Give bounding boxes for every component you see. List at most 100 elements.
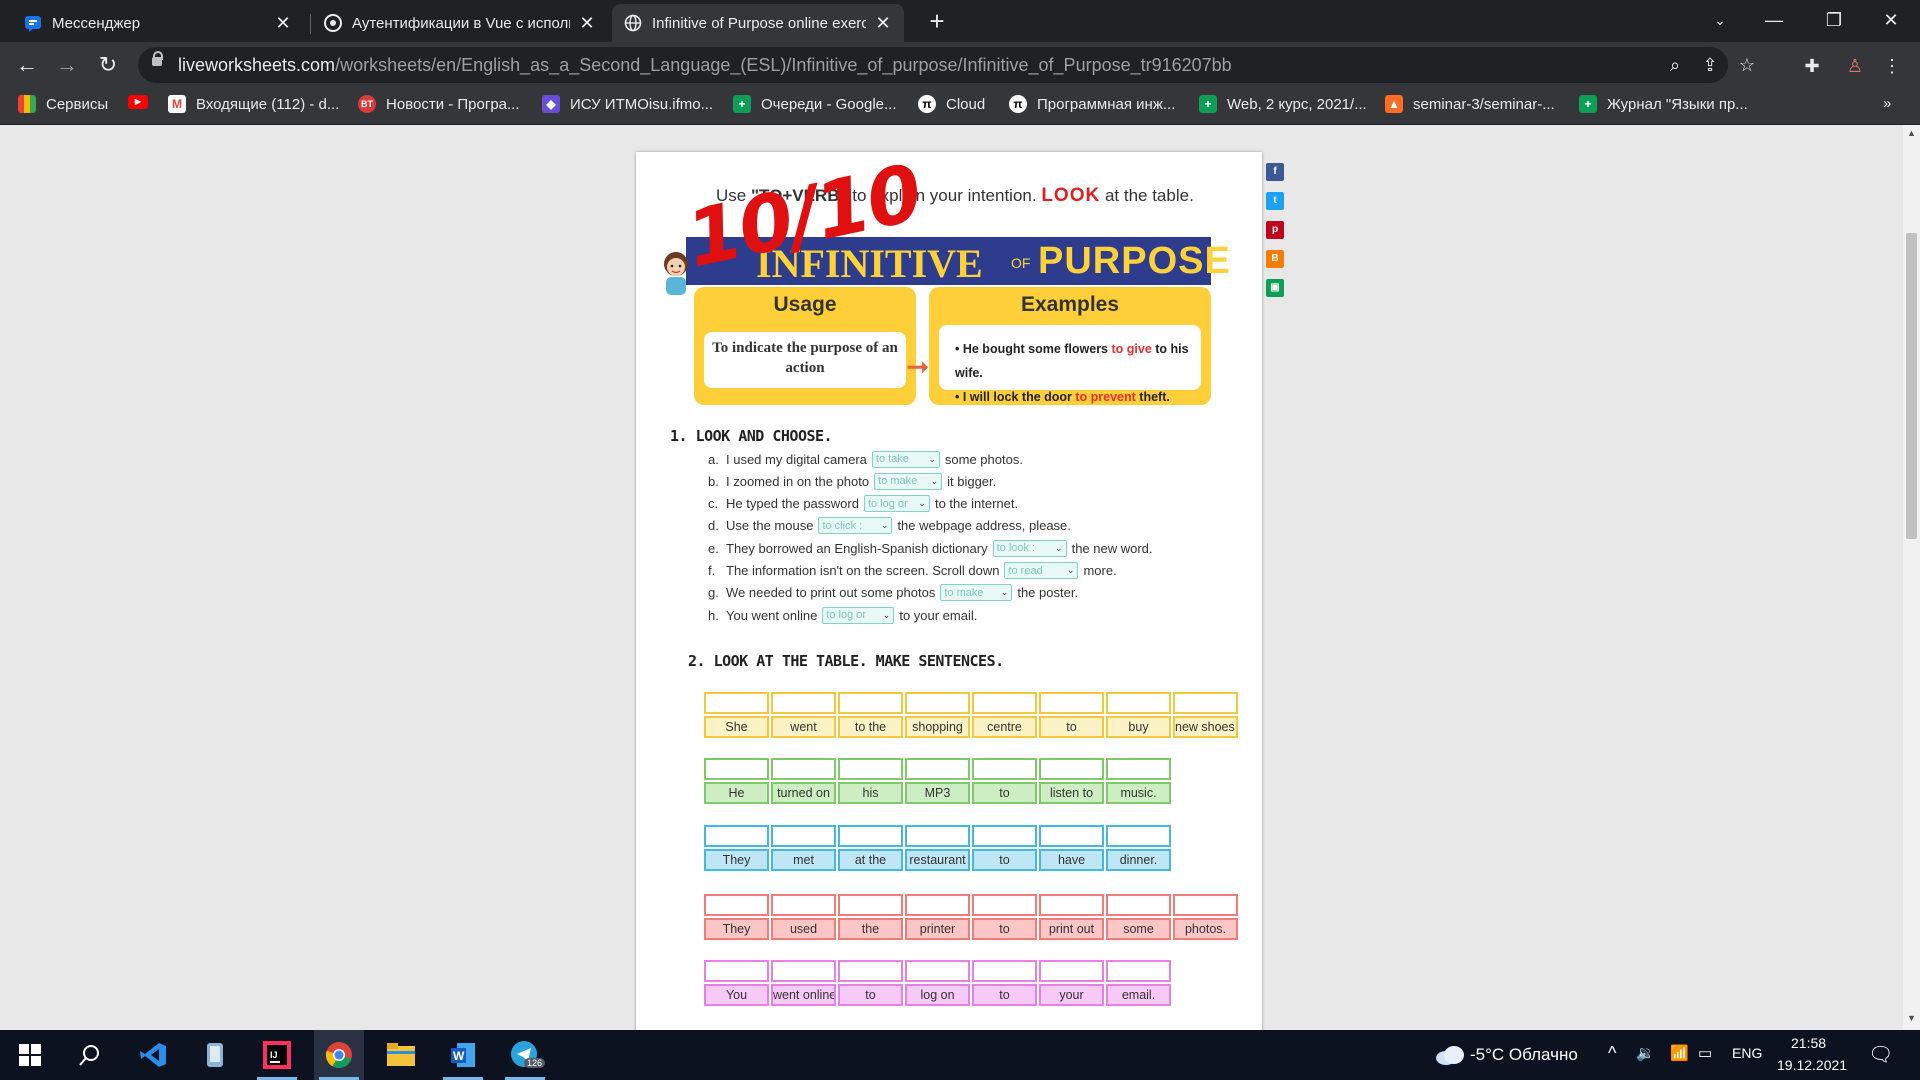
drop-slot[interactable] — [838, 825, 903, 847]
facebook-share-icon[interactable]: f — [1266, 163, 1284, 181]
clock-date[interactable]: 19.12.2021 — [1777, 1057, 1847, 1073]
word-tile[interactable]: dinner. — [1106, 849, 1171, 871]
drop-slot[interactable] — [905, 758, 970, 780]
word-tile[interactable]: MP3 — [905, 782, 970, 804]
word-tile[interactable]: turned on — [771, 782, 836, 804]
word-tile[interactable]: They — [704, 918, 769, 940]
drop-slot[interactable] — [972, 758, 1037, 780]
word-tile[interactable]: at the — [838, 849, 903, 871]
battery-icon[interactable]: ▭ — [1698, 1044, 1712, 1062]
tab-infinitive-active[interactable]: Infinitive of Purpose online exerc ✕ — [612, 4, 904, 42]
word-tile[interactable]: his — [838, 782, 903, 804]
word-tile[interactable]: some — [1106, 918, 1171, 940]
zoom-search-icon[interactable]: ⌕ — [1664, 54, 1686, 76]
forward-arrow-icon[interactable]: → — [52, 50, 82, 80]
classroom-share-icon[interactable]: ▣ — [1266, 279, 1284, 297]
drop-slot[interactable] — [704, 692, 769, 714]
word-tile[interactable]: new shoes. — [1173, 716, 1238, 738]
drop-slot[interactable] — [838, 692, 903, 714]
close-tab-icon[interactable]: ✕ — [578, 13, 596, 34]
twitter-share-icon[interactable]: t — [1266, 192, 1284, 210]
answer-dropdown[interactable]: to make ⌄ — [874, 472, 943, 490]
reload-icon[interactable]: ↻ — [93, 50, 123, 80]
word-tile[interactable]: They — [704, 849, 769, 871]
new-tab-button[interactable]: + — [922, 6, 952, 36]
drop-slot[interactable] — [1039, 894, 1104, 916]
telegram-icon[interactable]: 126 — [500, 1030, 550, 1080]
drop-slot[interactable] — [972, 692, 1037, 714]
bookmark-services[interactable]: Сервисы — [18, 95, 108, 113]
answer-dropdown[interactable]: to click : ⌄ — [818, 517, 893, 535]
word-tile[interactable]: listen to — [1039, 782, 1104, 804]
file-explorer-icon[interactable] — [376, 1030, 426, 1080]
scroll-thumb[interactable] — [1906, 233, 1917, 539]
word-tile[interactable]: photos. — [1173, 918, 1238, 940]
drop-slot[interactable] — [704, 825, 769, 847]
page-scrollbar[interactable]: ▲ ▼ — [1903, 125, 1920, 1030]
word-tile[interactable]: email. — [1106, 984, 1171, 1006]
drop-slot[interactable] — [972, 825, 1037, 847]
bookmark-isu[interactable]: ◆ ИСУ ИТМОisu.ifmo... — [542, 95, 713, 113]
word-tile[interactable]: music. — [1106, 782, 1171, 804]
start-windows-icon[interactable] — [5, 1030, 55, 1080]
cloud-weather-icon[interactable] — [1425, 1030, 1475, 1080]
word-icon[interactable]: W — [438, 1030, 488, 1080]
weather-text[interactable]: -5°C Облачно — [1470, 1045, 1578, 1065]
bookmark-seminar[interactable]: ▲ seminar-3/seminar-... — [1385, 95, 1555, 113]
drop-slot[interactable] — [905, 692, 970, 714]
drop-slot[interactable] — [905, 960, 970, 982]
share-icon[interactable]: ⇪ — [1699, 54, 1721, 76]
word-tile[interactable]: your — [1039, 984, 1104, 1006]
word-tile[interactable]: have — [1039, 849, 1104, 871]
drop-slot[interactable] — [1039, 758, 1104, 780]
bookmark-youtube[interactable]: ▶ — [128, 95, 158, 109]
word-tile[interactable]: to — [972, 849, 1037, 871]
word-tile[interactable]: She — [704, 716, 769, 738]
notifications-icon[interactable]: 🗨 — [1868, 1042, 1893, 1067]
word-tile[interactable]: You — [704, 984, 769, 1006]
drop-slot[interactable] — [704, 758, 769, 780]
menu-kebab-icon[interactable]: ⋮ — [1880, 54, 1904, 78]
minimize-icon[interactable]: — — [1751, 0, 1797, 40]
vscode-icon[interactable] — [128, 1030, 178, 1080]
drop-slot[interactable] — [905, 825, 970, 847]
word-tile[interactable]: to — [972, 984, 1037, 1006]
word-tile[interactable]: to — [972, 782, 1037, 804]
drop-slot[interactable] — [1106, 960, 1171, 982]
close-tab-icon[interactable]: ✕ — [274, 13, 292, 34]
drop-slot[interactable] — [771, 894, 836, 916]
word-tile[interactable]: centre — [972, 716, 1037, 738]
bookmarks-overflow-icon[interactable]: » — [1883, 95, 1891, 112]
drop-slot[interactable] — [1106, 894, 1171, 916]
word-tile[interactable]: shopping — [905, 716, 970, 738]
extensions-puzzle-icon[interactable]: ✚ — [1800, 54, 1824, 78]
drop-slot[interactable] — [1039, 692, 1104, 714]
word-tile[interactable]: log on — [905, 984, 970, 1006]
word-tile[interactable]: buy — [1106, 716, 1171, 738]
answer-dropdown[interactable]: to read ⌄ — [1004, 562, 1079, 579]
drop-slot[interactable] — [771, 692, 836, 714]
drop-slot[interactable] — [1106, 758, 1171, 780]
drop-slot[interactable] — [704, 960, 769, 982]
bookmark-journal[interactable]: + Журнал "Языки пр... — [1579, 95, 1748, 113]
blogger-share-icon[interactable]: B — [1266, 250, 1284, 268]
bookmark-news[interactable]: BT Новости - Програ... — [358, 95, 520, 113]
word-tile[interactable]: printer — [905, 918, 970, 940]
bookmark-web[interactable]: + Web, 2 курс, 2021/... — [1199, 95, 1367, 113]
phone-app-icon[interactable] — [190, 1030, 240, 1080]
word-tile[interactable]: met — [771, 849, 836, 871]
bookmark-software-eng[interactable]: π Программная инж... — [1009, 95, 1175, 113]
answer-dropdown[interactable]: to log or ⌄ — [822, 606, 895, 624]
word-tile[interactable]: He — [704, 782, 769, 804]
word-tile[interactable]: to — [1039, 716, 1104, 738]
word-tile[interactable]: used — [771, 918, 836, 940]
answer-dropdown[interactable]: to take ⌄ — [871, 450, 940, 468]
wifi-icon[interactable]: 📶 — [1670, 1044, 1689, 1062]
drop-slot[interactable] — [771, 960, 836, 982]
tab-vue-auth[interactable]: Аутентификации в Vue с исполь ✕ — [312, 4, 608, 42]
chrome-icon[interactable] — [314, 1030, 364, 1080]
clock-time[interactable]: 21:58 — [1791, 1035, 1826, 1051]
answer-dropdown[interactable]: to log or ⌄ — [863, 495, 930, 513]
intellij-icon[interactable]: IJ — [252, 1030, 302, 1080]
bookmark-star-icon[interactable]: ☆ — [1736, 54, 1758, 76]
